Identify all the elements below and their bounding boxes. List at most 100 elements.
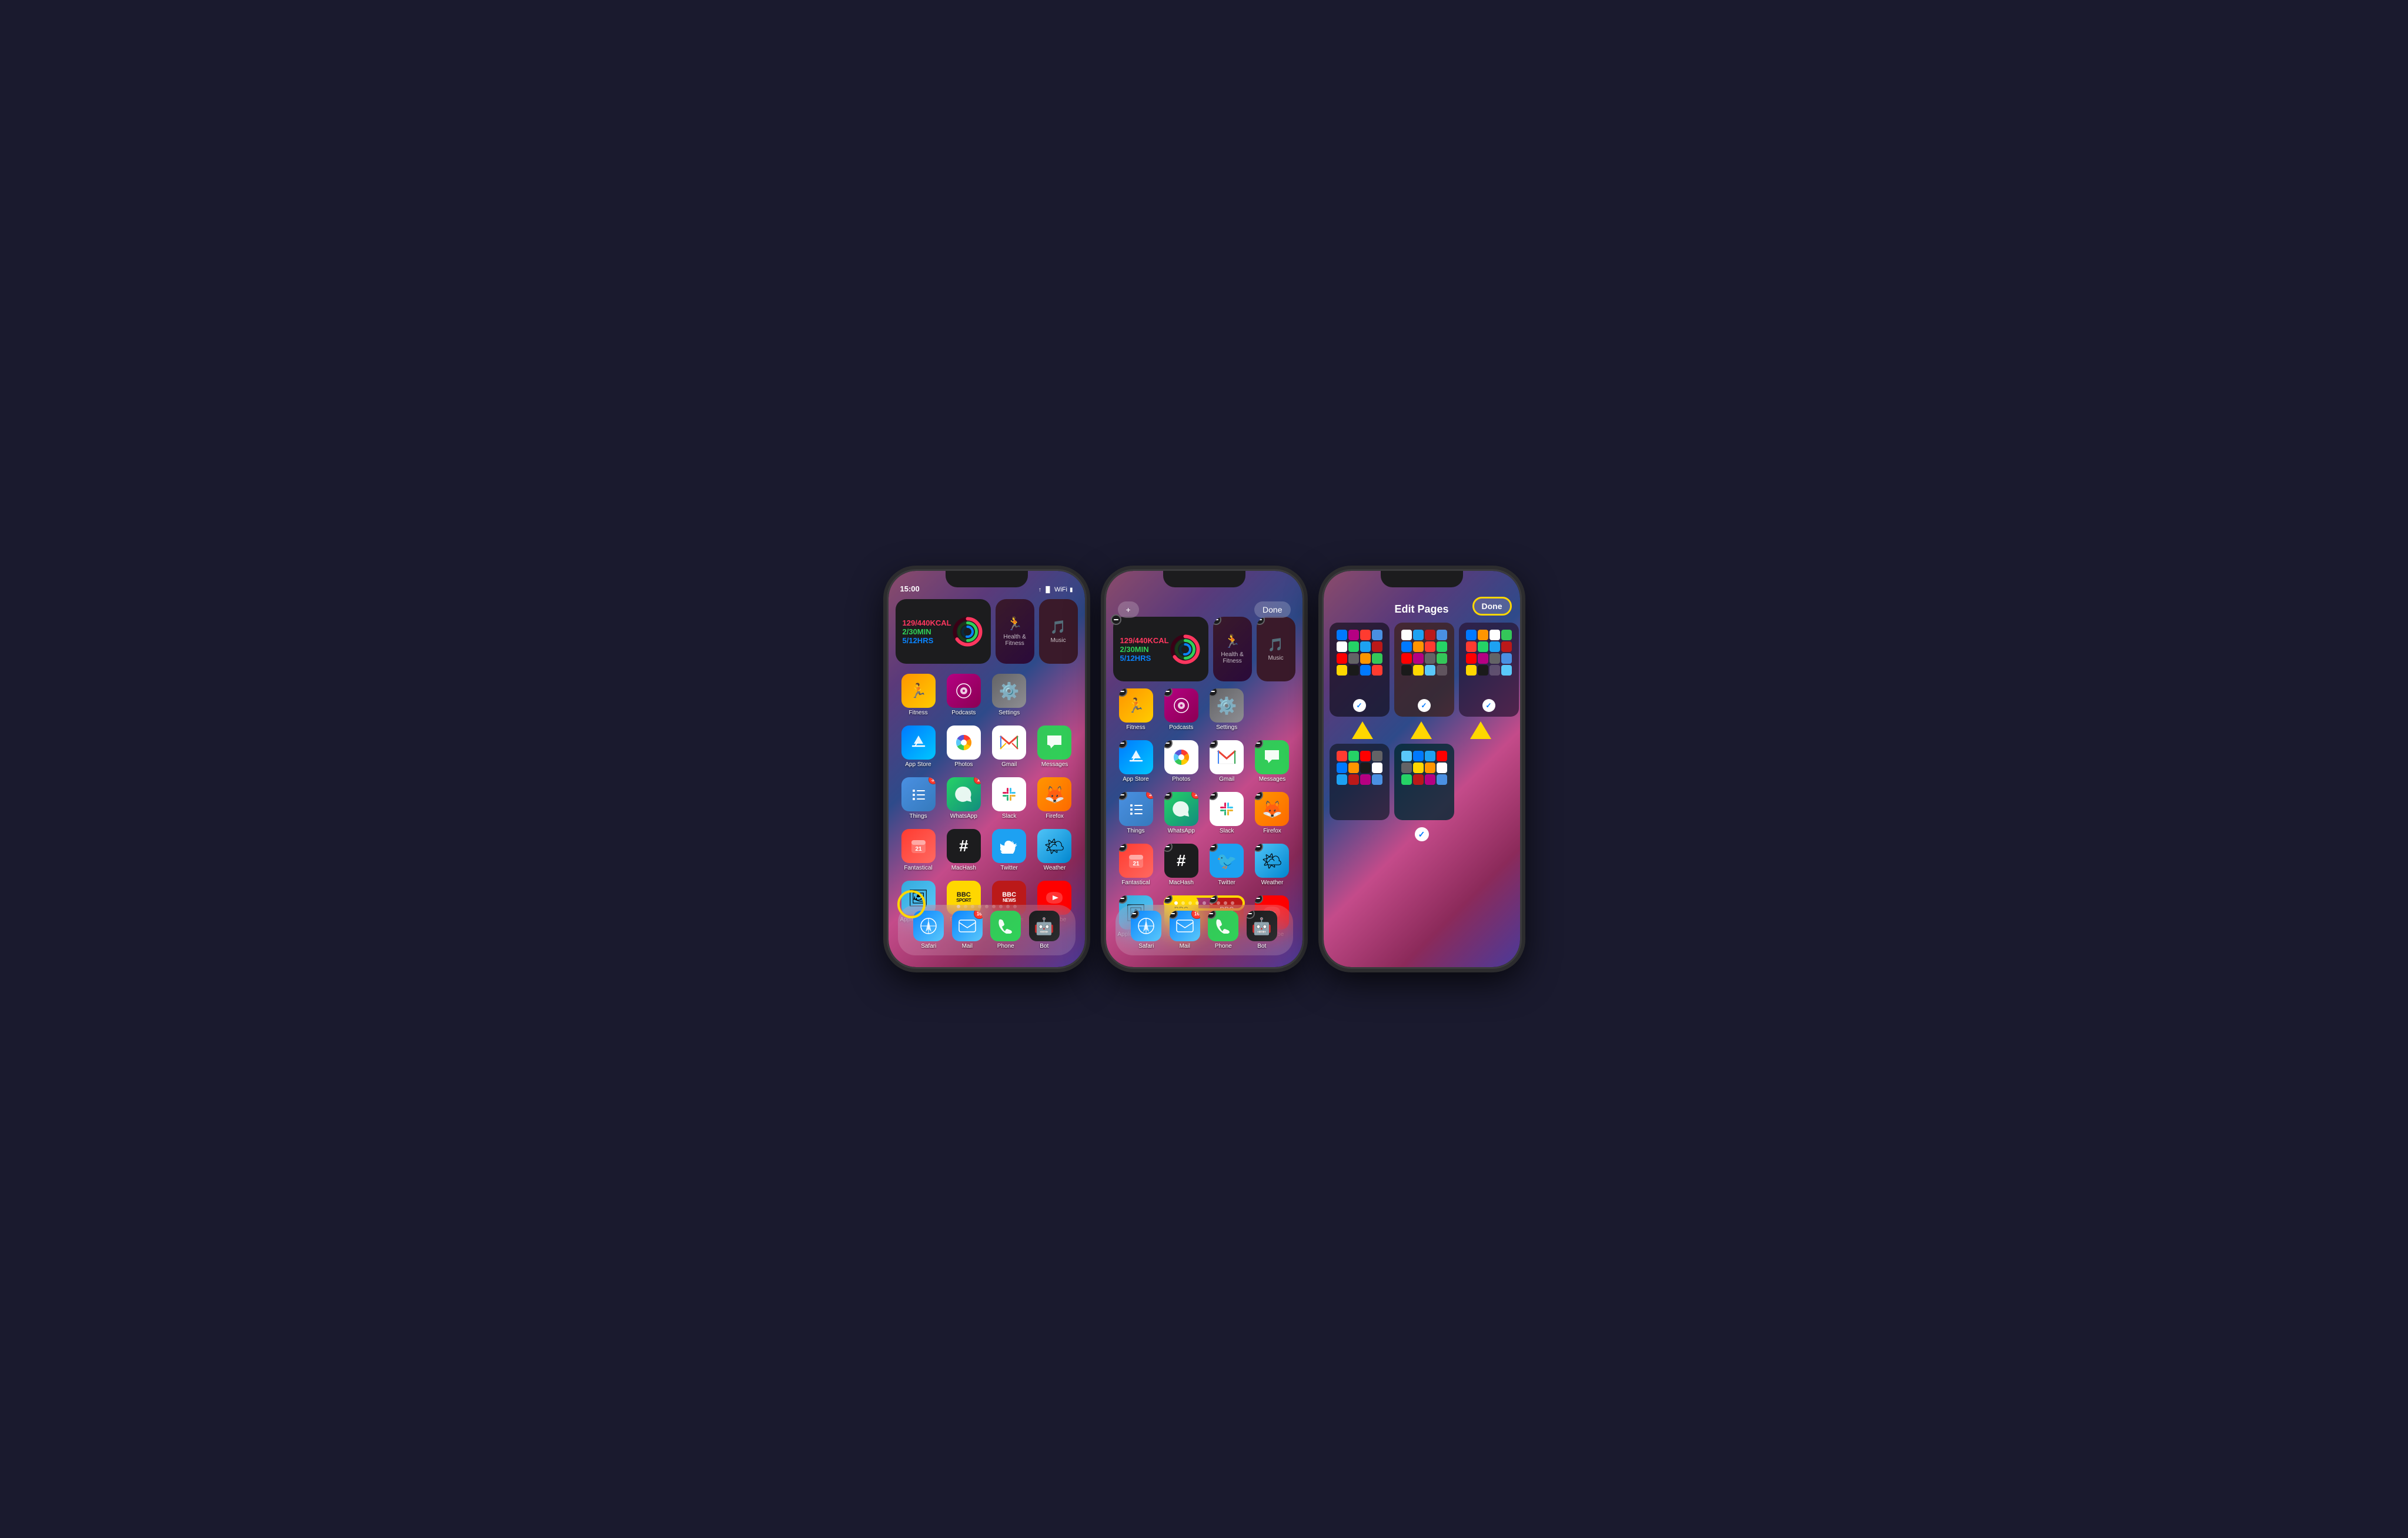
machash-app-edit[interactable]: # MacHash <box>1161 844 1202 886</box>
messages-icon-edit <box>1255 740 1289 774</box>
pt4-a5 <box>1337 763 1347 773</box>
twitter-app-edit[interactable]: 🐦 Twitter <box>1206 844 1247 886</box>
phone-dock-minus[interactable] <box>1208 911 1216 919</box>
machash-minus[interactable] <box>1164 844 1173 852</box>
phone-dock-icon-edit <box>1208 911 1238 941</box>
mail-dock-app[interactable]: 16 Mail <box>951 911 984 949</box>
phone-label-edit: Phone <box>1215 943 1232 949</box>
photos-icon <box>947 725 981 760</box>
health-fitness-widget-1[interactable]: 🏃 Health & Fitness <box>996 599 1034 664</box>
safari-dock-label: Safari <box>921 943 936 949</box>
settings-app[interactable]: ⚙️ Settings <box>988 674 1030 716</box>
appstore-app-edit[interactable]: App Store <box>1116 740 1157 783</box>
photos-app[interactable]: Photos <box>943 725 984 768</box>
messages-app[interactable]: Messages <box>1034 725 1075 768</box>
whatsapp-minus[interactable] <box>1164 792 1173 800</box>
fantastical-icon-edit: 21 <box>1119 844 1153 878</box>
fitness-app-edit[interactable]: 🏃 Fitness <box>1116 688 1157 731</box>
slack-minus[interactable] <box>1210 792 1218 800</box>
fitness-widget-2[interactable]: 129/440KCAL 2/30MIN 5/12HRS <box>1113 617 1208 681</box>
mail-dock-minus[interactable] <box>1170 911 1178 919</box>
page-4-container[interactable] <box>1330 744 1390 820</box>
pt2-a1 <box>1401 630 1412 640</box>
whatsapp-app-edit[interactable]: 1 WhatsApp <box>1161 792 1202 834</box>
slack-app-edit[interactable]: Slack <box>1206 792 1247 834</box>
firefox-app[interactable]: 🦊 Firefox <box>1034 777 1075 820</box>
weather-app[interactable]: 🌤 Weather <box>1034 829 1075 871</box>
messages-label-edit: Messages <box>1259 776 1286 783</box>
appstore-app[interactable]: App Store <box>898 725 939 768</box>
pt1-a13 <box>1337 665 1347 676</box>
settings-app-edit[interactable]: ⚙️ Settings <box>1206 688 1247 731</box>
settings-minus[interactable] <box>1210 688 1218 697</box>
page-5-container[interactable] <box>1394 744 1454 820</box>
mail-dock-edit[interactable]: 16 Mail <box>1168 911 1201 949</box>
gmail-minus[interactable] <box>1210 740 1218 748</box>
gmail-label: Gmail <box>1001 761 1017 768</box>
podcasts-label: Podcasts <box>951 710 976 716</box>
slack-label: Slack <box>1002 813 1016 820</box>
things-icon-edit: 3 <box>1119 792 1153 826</box>
pt1-a8 <box>1372 641 1382 652</box>
page-3-checkmark: ✓ <box>1482 699 1495 712</box>
fitness-app[interactable]: 🏃 Fitness <box>898 674 939 716</box>
things-minus[interactable] <box>1119 792 1127 800</box>
fantastical-minus[interactable] <box>1119 844 1127 852</box>
machash-label: MacHash <box>951 865 976 871</box>
page-3-container[interactable]: ✓ <box>1459 623 1519 717</box>
whatsapp-app[interactable]: 1 WhatsApp <box>943 777 984 820</box>
twitter-minus[interactable] <box>1210 844 1218 852</box>
mail-dock-label: Mail <box>962 943 973 949</box>
appstore-minus[interactable] <box>1119 740 1127 748</box>
done-button-2[interactable]: Done <box>1254 601 1290 618</box>
fitness-minus[interactable] <box>1119 688 1127 697</box>
top-bar-2: + Done <box>1106 597 1302 623</box>
slack-icon-edit <box>1210 792 1244 826</box>
music-widget-2[interactable]: 🎵 Music <box>1257 617 1295 681</box>
machash-app[interactable]: # MacHash <box>943 829 984 871</box>
podcasts-app-edit[interactable]: Podcasts <box>1161 688 1202 731</box>
done-button-3[interactable]: Done <box>1472 597 1512 616</box>
music-widget-1[interactable]: 🎵 Music <box>1039 599 1078 664</box>
slack-app[interactable]: Slack <box>988 777 1030 820</box>
firefox-app-edit[interactable]: 🦊 Firefox <box>1251 792 1292 834</box>
weather-app-edit[interactable]: 🌤 Weather <box>1251 844 1292 886</box>
gmail-icon <box>992 725 1026 760</box>
fantastical-app[interactable]: 21 Fantastical <box>898 829 939 871</box>
firefox-minus[interactable] <box>1255 792 1263 800</box>
arrow-3-container <box>1454 721 1508 739</box>
health-fitness-widget-2[interactable]: 🏃 Health & Fitness <box>1213 617 1252 681</box>
page-1-container[interactable]: ✓ <box>1330 623 1390 717</box>
safari-dock-edit[interactable]: Safari <box>1130 911 1163 949</box>
fitness-icon: 🏃 <box>901 674 936 708</box>
podcasts-minus[interactable] <box>1164 688 1173 697</box>
page-2-container[interactable]: ✓ <box>1394 623 1454 717</box>
phone-dock-label: Phone <box>997 943 1014 949</box>
twitter-app[interactable]: Twitter <box>988 829 1030 871</box>
things-app-edit[interactable]: 3 Things <box>1116 792 1157 834</box>
things-app[interactable]: 3 Things <box>898 777 939 820</box>
phone-dock-edit[interactable]: Phone <box>1207 911 1240 949</box>
fitness-widget-1[interactable]: 129/440KCAL 2/30MIN 5/12HRS <box>896 599 991 664</box>
gmail-app-edit[interactable]: Gmail <box>1206 740 1247 783</box>
gmail-app[interactable]: Gmail <box>988 725 1030 768</box>
mail-dock-badge: 16 <box>974 911 983 919</box>
pt1-a2 <box>1348 630 1359 640</box>
fantastical-app-edit[interactable]: 21 Fantastical <box>1116 844 1157 886</box>
phone-3: Done Edit Pages <box>1322 569 1522 969</box>
phone-1-screen: 15:00 ↑ ▐▌ WiFi ▮ 129/440KCAL <box>889 571 1085 967</box>
pages-row-top: ✓ <box>1330 623 1514 717</box>
phone-dock-app[interactable]: Phone <box>989 911 1022 949</box>
bot-dock-app[interactable]: 🤖 Bot <box>1028 911 1061 949</box>
podcasts-app[interactable]: Podcasts <box>943 674 984 716</box>
bot-dock-minus[interactable] <box>1247 911 1255 919</box>
bot-dock-edit[interactable]: 🤖 Bot <box>1245 911 1278 949</box>
messages-app-edit[interactable]: Messages <box>1251 740 1292 783</box>
photos-label: Photos <box>954 761 973 768</box>
photos-app-edit[interactable]: Photos <box>1161 740 1202 783</box>
messages-minus[interactable] <box>1255 740 1263 748</box>
gmail-label-edit: Gmail <box>1219 776 1234 783</box>
weather-minus[interactable] <box>1255 844 1263 852</box>
safari-dock-app[interactable]: Safari <box>912 911 945 949</box>
add-page-button[interactable]: + <box>1118 601 1139 618</box>
